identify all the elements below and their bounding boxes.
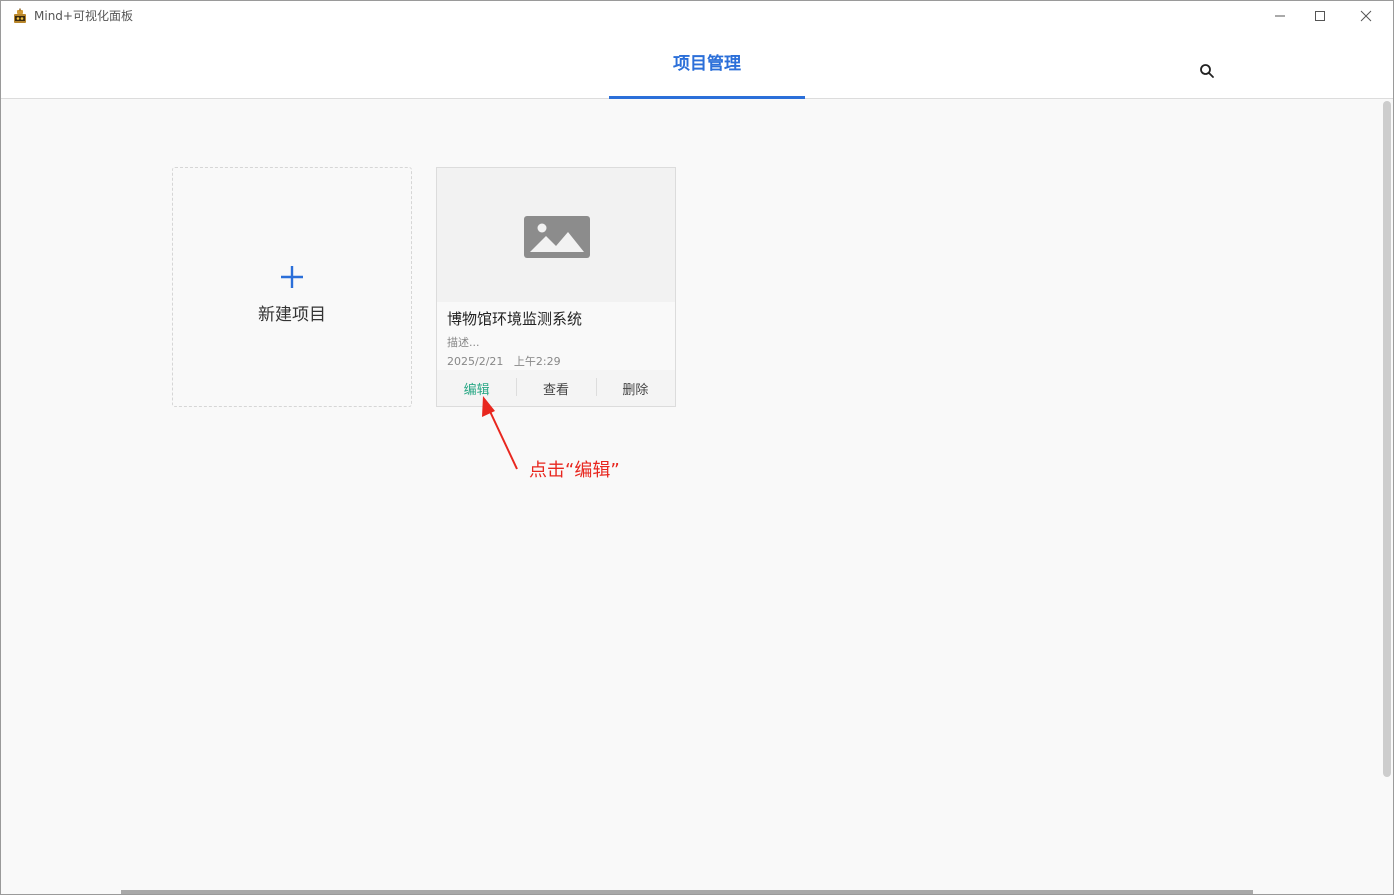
- project-time: 上午2:29: [513, 355, 561, 368]
- tab-label: 项目管理: [673, 54, 741, 74]
- annotation-text: 点击“编辑”: [529, 460, 620, 481]
- maximize-icon: [1315, 11, 1325, 21]
- close-icon: [1360, 10, 1372, 22]
- annotation-arrow-icon: [482, 396, 518, 470]
- delete-button[interactable]: 删除: [595, 370, 675, 406]
- tab-project-management[interactable]: 项目管理: [609, 31, 805, 99]
- app-window: Mind+可视化面板 项目管理 新建项目 博物馆环境监测系统 描述... 202…: [0, 0, 1394, 895]
- vertical-scrollbar[interactable]: [1383, 101, 1391, 777]
- minimize-icon: [1275, 15, 1285, 17]
- plus-icon: [281, 266, 303, 288]
- search-button[interactable]: [1191, 55, 1223, 87]
- project-date: 2025/2/21: [447, 355, 504, 368]
- project-timestamp: 2025/2/21 上午2:29: [447, 353, 561, 369]
- title-bar[interactable]: Mind+可视化面板: [1, 1, 1393, 31]
- top-nav: 项目管理: [1, 31, 1393, 99]
- project-description: 描述...: [447, 336, 480, 349]
- new-project-card[interactable]: 新建项目: [172, 167, 412, 407]
- maximize-button[interactable]: [1297, 1, 1343, 31]
- project-list-area: 新建项目 博物馆环境监测系统 描述... 2025/2/21 上午2:29 编辑…: [1, 99, 1393, 894]
- new-project-label: 新建项目: [258, 305, 326, 325]
- search-icon: [1200, 64, 1214, 78]
- project-title: 博物馆环境监测系统: [447, 310, 583, 328]
- close-button[interactable]: [1343, 1, 1389, 31]
- project-card: 博物馆环境监测系统 描述... 2025/2/21 上午2:29 编辑 查看 删…: [436, 167, 676, 407]
- mind-plus-app-icon: [14, 8, 26, 23]
- image-placeholder-icon: [524, 216, 590, 258]
- project-thumbnail[interactable]: [437, 168, 675, 302]
- window-title: Mind+可视化面板: [34, 9, 133, 23]
- horizontal-scrollbar[interactable]: [121, 890, 1253, 894]
